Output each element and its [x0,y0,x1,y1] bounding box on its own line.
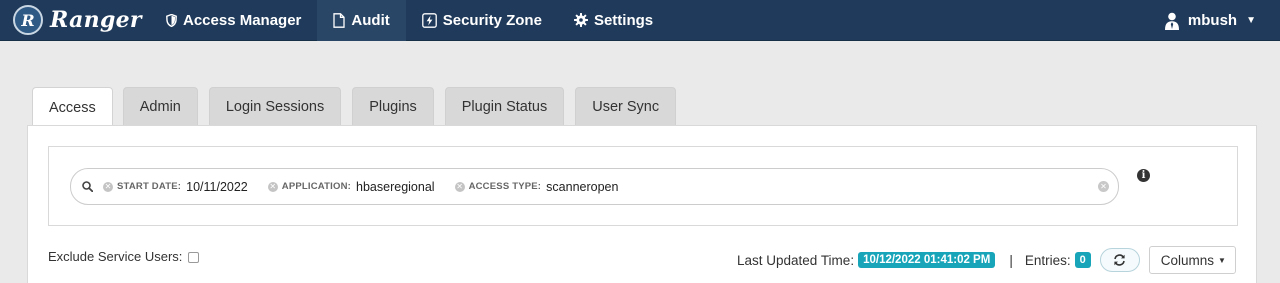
columns-dropdown[interactable]: Columns ▼ [1148,246,1236,274]
nav-access-manager-label: Access Manager [183,11,302,29]
user-menu[interactable]: mbush ▼ [1164,0,1256,41]
top-navbar: R Ranger Access Manager Audit Security Z… [0,0,1280,41]
facet-access-type[interactable]: ✕ ACCESS TYPE: scanneropen [454,180,618,194]
entries-label: Entries: [1024,252,1071,268]
exclude-service-users-checkbox[interactable] [188,252,200,263]
remove-facet-icon[interactable]: ✕ [267,181,278,192]
tab-login-sessions[interactable]: Login Sessions [208,87,342,126]
exclude-service-users-label: Exclude Service Users: [48,249,183,264]
facet-key: APPLICATION: [281,181,352,192]
facet-key: ACCESS TYPE: [468,181,542,192]
nav-settings-label: Settings [593,11,654,29]
columns-label: Columns [1160,252,1215,268]
facet-value[interactable]: scanneropen [546,180,618,194]
separator: | [1009,252,1013,268]
last-updated-label: Last Updated Time: [737,252,855,268]
nav-audit-label: Audit [351,11,390,29]
audit-tabs: Access Admin Login Sessions Plugins Plug… [32,87,687,127]
search-icon [82,181,93,192]
remove-facet-icon[interactable]: ✕ [454,181,465,192]
username: mbush [1187,12,1238,29]
tab-plugin-status[interactable]: Plugin Status [444,87,565,126]
info-icon[interactable]: i [1137,169,1150,182]
nav-audit[interactable]: Audit [317,0,406,41]
facet-key: START DATE: [117,181,182,192]
user-icon [1164,12,1180,30]
bolt-icon [421,12,437,28]
chevron-down-icon: ▼ [1218,255,1226,265]
ranger-logo-icon: R [13,5,43,35]
nav-security-zone[interactable]: Security Zone [406,0,558,41]
refresh-icon [1113,254,1126,266]
nav-settings[interactable]: Settings [558,0,669,41]
clear-search-icon[interactable]: ✕ [1098,181,1109,192]
chevron-down-icon: ▼ [1246,15,1256,26]
brand-name: Ranger [50,7,142,33]
exclude-service-users: Exclude Service Users: [48,249,200,264]
entries-count-badge: 0 [1074,252,1091,268]
file-icon [333,12,346,28]
facet-start-date[interactable]: ✕ START DATE: 10/11/2022 [103,180,248,194]
nav-security-zone-label: Security Zone [442,11,542,29]
remove-facet-icon[interactable]: ✕ [103,181,113,192]
tab-plugins[interactable]: Plugins [352,87,434,126]
search-input[interactable]: ✕ START DATE: 10/11/2022 ✕ APPLICATION: … [70,168,1119,205]
tab-admin[interactable]: Admin [122,87,198,126]
refresh-button[interactable] [1099,248,1140,272]
nav-access-manager[interactable]: Access Manager [150,0,317,41]
search-box: ✕ START DATE: 10/11/2022 ✕ APPLICATION: … [48,146,1238,226]
brand[interactable]: R Ranger [0,0,150,41]
status-row: Last Updated Time: 10/12/2022 01:41:02 P… [737,246,1236,274]
facet-value[interactable]: 10/11/2022 [186,180,248,194]
shield-icon [166,13,177,27]
last-updated-badge: 10/12/2022 01:41:02 PM [858,252,996,268]
facet-application[interactable]: ✕ APPLICATION: hbaseregional [267,180,435,194]
gear-icon [573,13,588,27]
facet-value[interactable]: hbaseregional [356,180,435,194]
tab-access[interactable]: Access [32,87,113,127]
tab-user-sync[interactable]: User Sync [575,87,677,126]
